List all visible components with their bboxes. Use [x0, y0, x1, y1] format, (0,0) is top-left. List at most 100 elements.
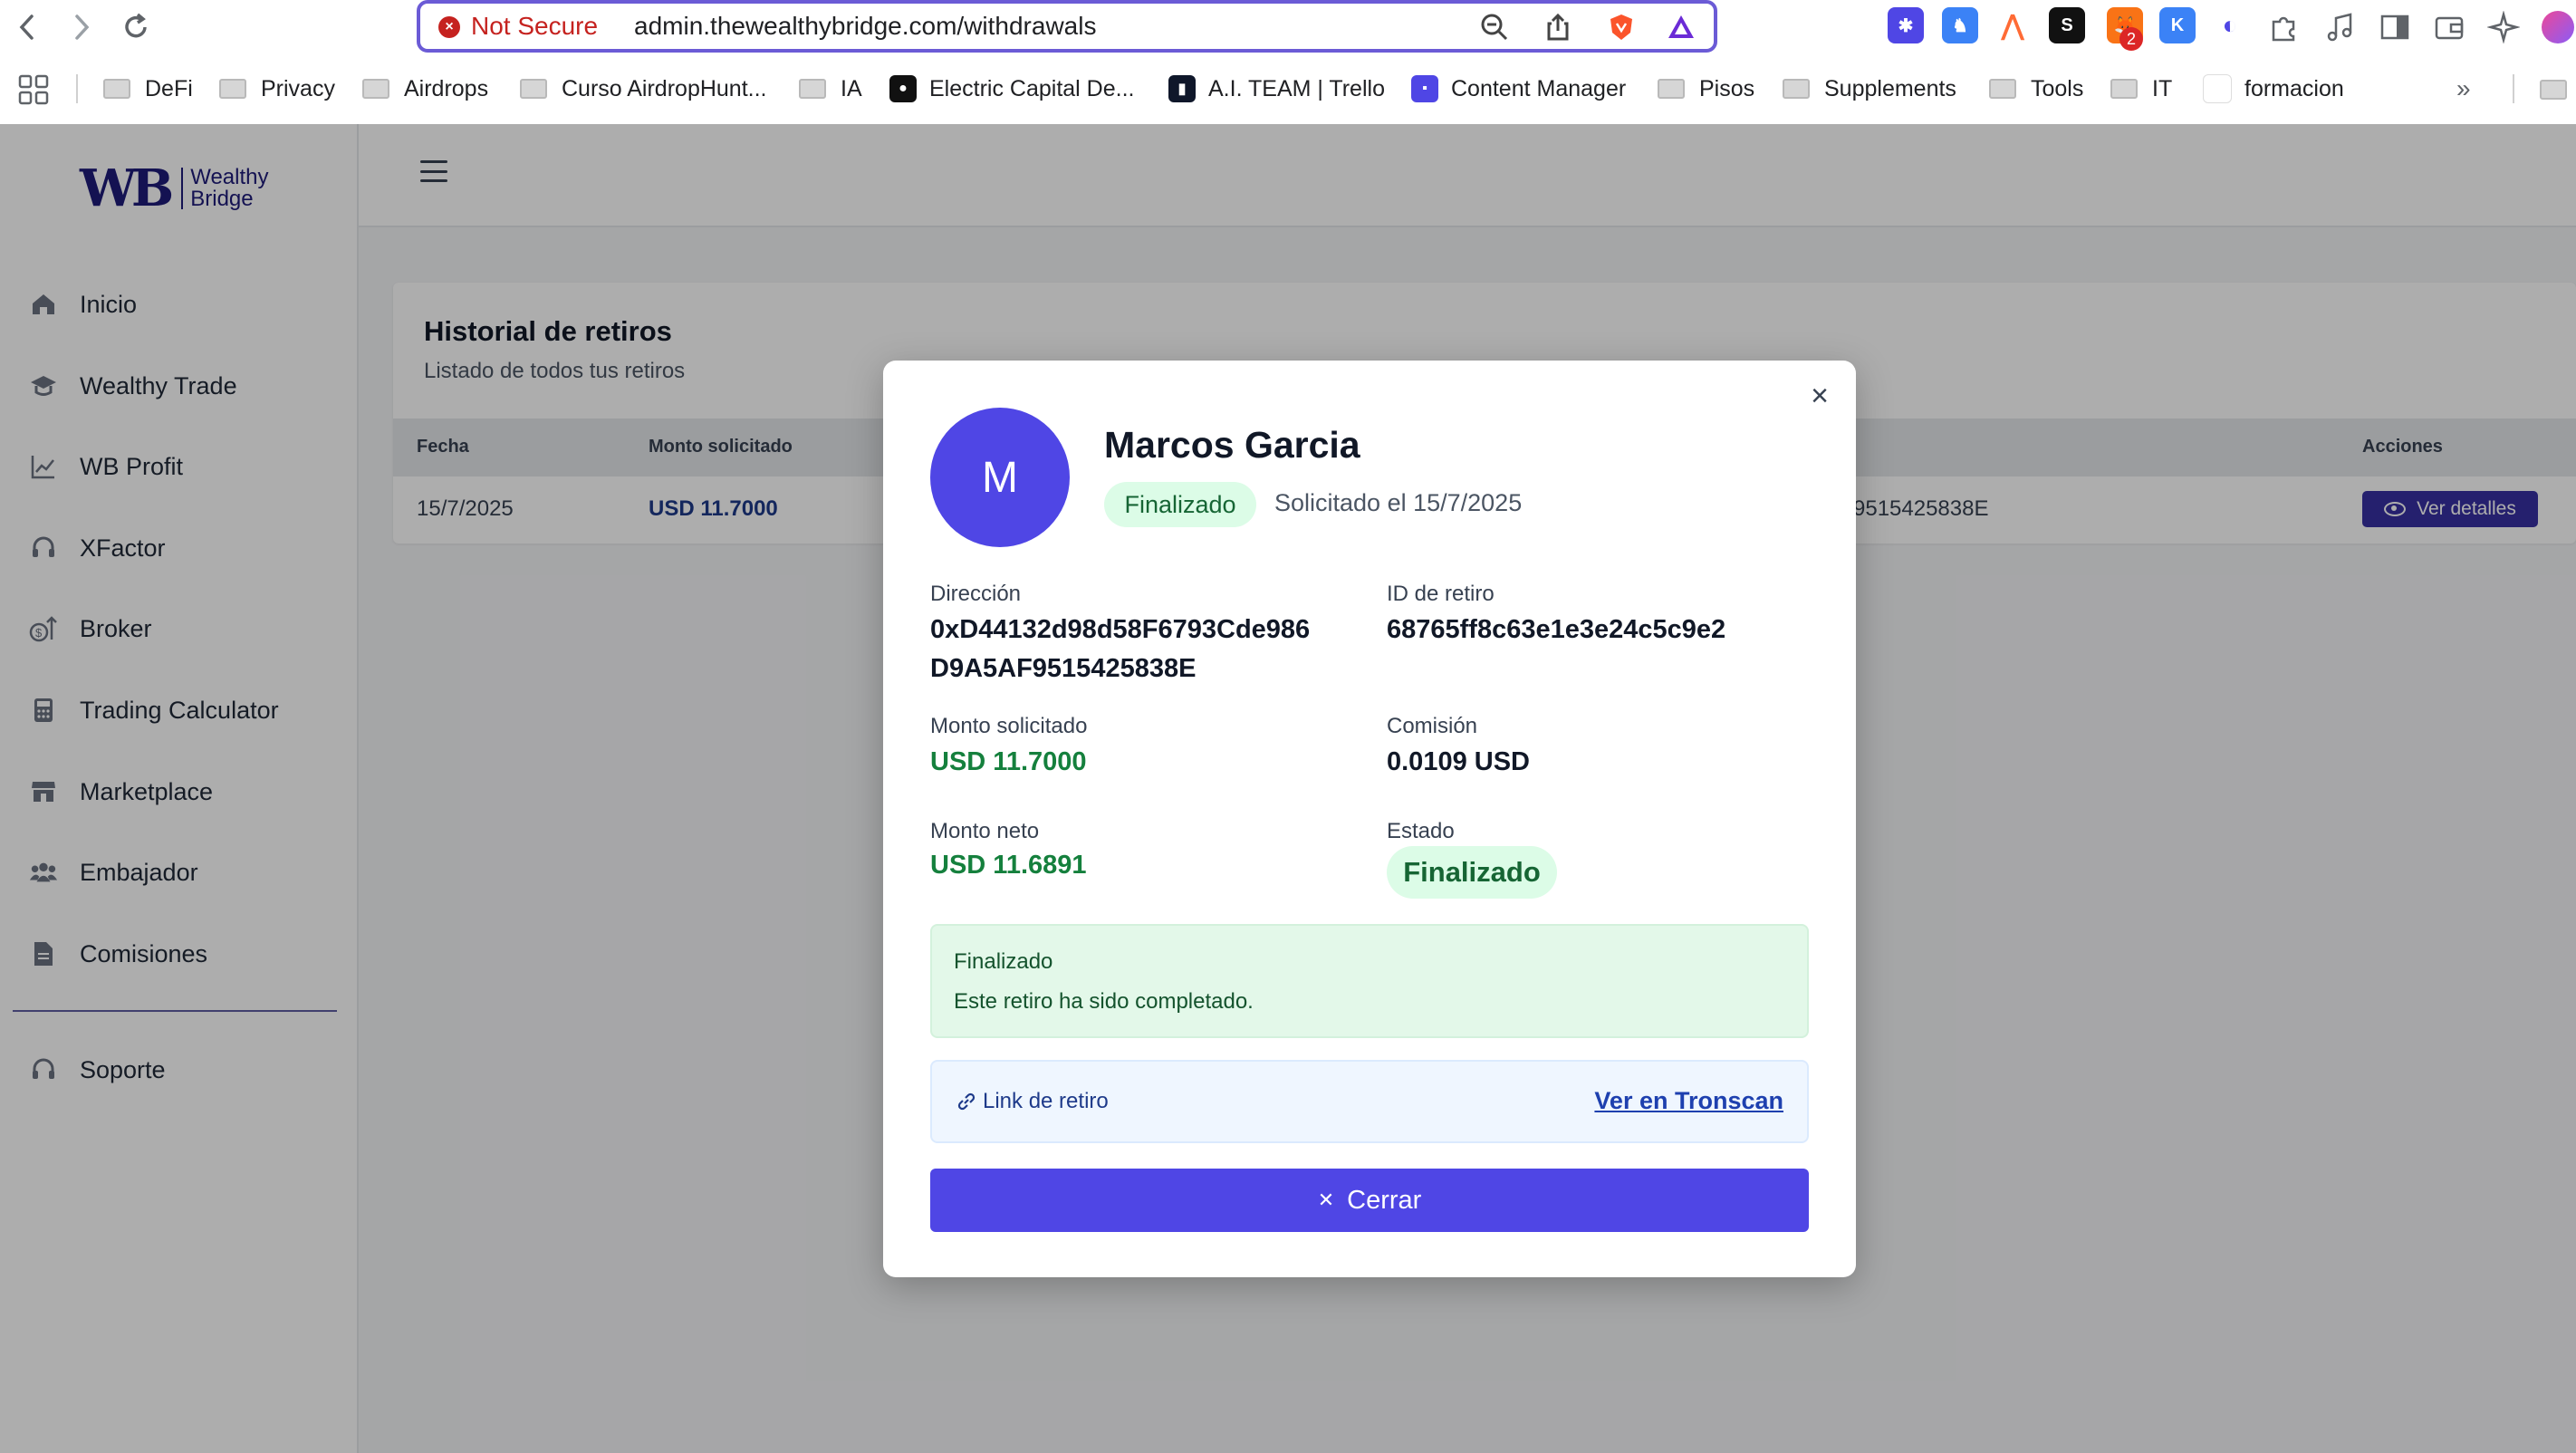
reload-button[interactable]: [118, 9, 154, 45]
bookmark-label: Pisos: [1699, 75, 1755, 101]
folder-icon: [799, 79, 826, 99]
extension-icon[interactable]: ⋀: [1994, 7, 2031, 43]
bookmark-label: Supplements: [1824, 75, 1956, 101]
bookmark-label: Curso AirdropHunt...: [562, 75, 767, 101]
bookmark-label: Privacy: [261, 75, 335, 101]
bookmark-privacy[interactable]: Privacy: [219, 71, 335, 107]
folder-icon: [1783, 79, 1810, 99]
status-notice: Finalizado Este retiro ha sido completad…: [930, 924, 1809, 1038]
extension-icon[interactable]: K: [2159, 7, 2196, 43]
chevron-left-icon: [19, 14, 34, 40]
bookmark-label: DeFi: [145, 75, 193, 101]
trello-icon: ▮: [1168, 75, 1196, 102]
extension-icon[interactable]: S: [2049, 7, 2085, 43]
medium-icon: ●: [889, 75, 917, 102]
user-name: Marcos Garcia: [1104, 424, 1360, 466]
url-text[interactable]: admin.thewealthybridge.com/withdrawals: [634, 12, 1096, 41]
avatar: M: [930, 408, 1070, 547]
close-button-label: Cerrar: [1347, 1185, 1422, 1215]
extension-icon[interactable]: ♞: [1942, 7, 1978, 43]
bookmark-supplements[interactable]: Supplements: [1783, 71, 1956, 107]
withdrawal-details-modal: × M Marcos Garcia Finalizado Solicitado …: [883, 361, 1856, 1277]
sidebar-toggle-icon[interactable]: [2379, 11, 2411, 43]
bookmark-label: Tools: [2031, 75, 2084, 101]
reload-icon: [125, 13, 147, 38]
bookmark-it[interactable]: IT: [2110, 71, 2172, 107]
more-bookmarks-icon[interactable]: »: [2456, 74, 2471, 103]
notice-body: Este retiro ha sido completado.: [954, 989, 1254, 1014]
folder-icon: [1658, 79, 1685, 99]
bookmarks-divider: [2513, 74, 2514, 103]
bookmark-label: IA: [841, 75, 862, 101]
bookmark-pisos[interactable]: Pisos: [1658, 71, 1754, 107]
folder-icon: [520, 79, 547, 99]
share-icon[interactable]: [1543, 13, 1572, 42]
bookmark-tools[interactable]: Tools: [1989, 71, 2083, 107]
close-icon: ✕: [1317, 1188, 1335, 1211]
address-bar[interactable]: × Not Secure admin.thewealthybridge.com/…: [417, 0, 1717, 53]
bookmark-label: Electric Capital De...: [929, 75, 1135, 101]
folder-icon[interactable]: [2540, 80, 2567, 100]
folder-icon: [362, 79, 389, 99]
state-badge: Finalizado: [1387, 846, 1557, 899]
app-icon: ▪: [1411, 75, 1438, 102]
net-amount-value: USD 11.6891: [930, 851, 1087, 880]
bookmark-defi[interactable]: DeFi: [103, 71, 193, 107]
bookmark-ia[interactable]: IA: [799, 71, 862, 107]
bookmark-electric-capital[interactable]: ● Electric Capital De...: [889, 71, 1134, 107]
link-icon: [957, 1092, 976, 1111]
bookmark-curso[interactable]: Curso AirdropHunt...: [520, 71, 767, 107]
requested-amount-label: Monto solicitado: [930, 714, 1088, 738]
bookmark-formacion[interactable]: formacion: [2203, 71, 2344, 107]
requested-date: Solicitado el 15/7/2025: [1274, 489, 1523, 516]
bookmark-label: IT: [2152, 75, 2173, 101]
fee-label: Comisión: [1387, 714, 1478, 738]
apps-grid-icon[interactable]: [18, 74, 49, 105]
bookmark-label: Content Manager: [1451, 75, 1627, 101]
extension-badge: 2: [2119, 27, 2143, 51]
folder-icon: [103, 79, 130, 99]
profile-avatar[interactable]: [2542, 11, 2574, 43]
address-value[interactable]: 0xD44132d98d58F6793Cde986 D9A5AF951542583…: [930, 611, 1310, 688]
withdrawal-link-label: Link de retiro: [956, 1089, 1109, 1114]
bookmarks-divider: [76, 74, 78, 103]
puzzle-icon[interactable]: [2268, 11, 2301, 43]
bookmark-label: Airdrops: [404, 75, 489, 101]
browser-chrome: × Not Secure admin.thewealthybridge.com/…: [0, 0, 2576, 126]
bookmark-airdrops[interactable]: Airdrops: [362, 71, 488, 107]
fee-value: 0.0109 USD: [1387, 747, 1530, 776]
requested-amount-value: USD 11.7000: [930, 747, 1087, 776]
wallet-icon[interactable]: [2433, 11, 2465, 43]
status-badge: Finalizado: [1104, 482, 1256, 527]
bookmark-label: A.I. TEAM | Trello: [1208, 75, 1385, 101]
chevron-right-icon: [75, 14, 90, 40]
security-label[interactable]: Not Secure: [471, 12, 598, 41]
zoom-icon[interactable]: [1480, 13, 1509, 42]
close-icon[interactable]: ×: [1811, 380, 1829, 411]
folder-icon: [1989, 79, 2016, 99]
forward-button[interactable]: [63, 9, 100, 45]
net-amount-label: Monto neto: [930, 819, 1040, 843]
not-secure-icon: ×: [438, 16, 460, 38]
notice-title: Finalizado: [954, 949, 1053, 974]
page-icon: [2203, 74, 2232, 103]
leo-ai-icon[interactable]: [2487, 11, 2520, 43]
bookmark-content-manager[interactable]: ▪ Content Manager: [1411, 71, 1626, 107]
brave-rewards-icon[interactable]: [1667, 13, 1696, 42]
extension-icon[interactable]: ◐: [2212, 7, 2248, 43]
bookmark-trello[interactable]: ▮ A.I. TEAM | Trello: [1168, 71, 1385, 107]
brave-shield-icon[interactable]: [1607, 13, 1636, 42]
bookmarks-bar: DeFi Privacy Airdrops Curso AirdropHunt.…: [0, 65, 2576, 112]
withdrawal-id-label: ID de retiro: [1387, 582, 1495, 606]
withdrawal-link-box: Link de retiro Ver en Tronscan: [930, 1060, 1809, 1143]
folder-icon: [2110, 79, 2138, 99]
extension-icon[interactable]: ✱: [1888, 7, 1924, 43]
address-label: Dirección: [930, 582, 1022, 606]
state-label: Estado: [1387, 819, 1455, 843]
withdrawal-id-value[interactable]: 68765ff8c63e1e3e24c5c9e2: [1387, 611, 1725, 650]
back-button[interactable]: [9, 9, 45, 45]
music-icon[interactable]: [2324, 11, 2357, 43]
tronscan-link[interactable]: Ver en Tronscan: [1594, 1087, 1783, 1115]
close-button[interactable]: ✕ Cerrar: [930, 1169, 1809, 1232]
bookmark-label: formacion: [2244, 75, 2344, 101]
